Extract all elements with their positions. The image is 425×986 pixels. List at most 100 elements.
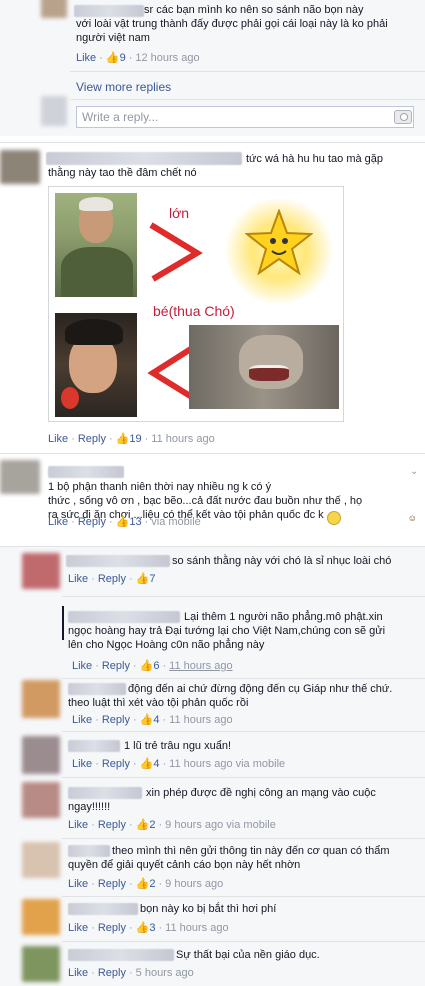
comment-text-body: 1 bộ phận thanh niên thời nay nhiều ng k… bbox=[48, 481, 363, 521]
like-link[interactable]: Like bbox=[68, 922, 88, 934]
thumbs-up-icon[interactable]: 👍 bbox=[116, 516, 130, 529]
divider bbox=[62, 731, 425, 732]
comment-text: 1 lũ trẻ trâu ngu xuẩn! bbox=[124, 740, 232, 752]
reply-link[interactable]: Reply bbox=[102, 758, 130, 770]
like-link[interactable]: Like bbox=[76, 52, 96, 64]
via-mobile[interactable]: via mobile bbox=[151, 516, 201, 528]
thumbs-up-icon[interactable]: 👍 bbox=[136, 922, 150, 935]
like-link[interactable]: Like bbox=[72, 660, 92, 672]
comment-meta: Like · Reply · 👍7 bbox=[68, 573, 156, 586]
like-link[interactable]: Like bbox=[48, 433, 68, 445]
like-count[interactable]: 7 bbox=[149, 573, 155, 585]
comment-text: theo mình thì nên gửi thông tin này đến … bbox=[68, 845, 390, 871]
avatar[interactable] bbox=[22, 782, 60, 818]
divider bbox=[62, 678, 425, 679]
reply-input[interactable]: Write a reply... bbox=[76, 106, 414, 128]
reply-link[interactable]: Reply bbox=[102, 660, 130, 672]
divider bbox=[62, 777, 425, 778]
timestamp[interactable]: 11 hours ago bbox=[165, 922, 228, 934]
divider bbox=[0, 453, 425, 454]
uniform bbox=[61, 247, 133, 297]
hair bbox=[65, 319, 123, 345]
avatar[interactable] bbox=[41, 0, 67, 18]
timestamp[interactable]: 5 hours ago bbox=[136, 967, 194, 979]
avatar[interactable] bbox=[22, 680, 60, 718]
divider bbox=[62, 941, 425, 942]
reply-link[interactable]: Reply bbox=[98, 878, 126, 890]
reply-link[interactable]: Reply bbox=[102, 714, 130, 726]
comment-meta: Like · Reply · 👍4 · 11 hours ago bbox=[72, 714, 233, 727]
comment-meta: Like · Reply · 👍6 · 11 hours ago bbox=[72, 660, 233, 673]
timestamp[interactable]: 9 hours ago via mobile bbox=[165, 819, 276, 831]
view-more-replies-link[interactable]: View more replies bbox=[76, 80, 171, 94]
reply-link[interactable]: Reply bbox=[98, 819, 126, 831]
comment-text: Sự thất bại của nền giáo dục. bbox=[176, 949, 320, 961]
avatar[interactable] bbox=[22, 946, 60, 982]
avatar[interactable] bbox=[0, 150, 40, 184]
like-link[interactable]: Like bbox=[68, 967, 88, 979]
avatar[interactable] bbox=[22, 842, 60, 878]
like-link[interactable]: Like bbox=[68, 819, 88, 831]
thumbs-up-icon[interactable]: 👍 bbox=[116, 433, 130, 446]
like-count[interactable]: 9 bbox=[120, 52, 126, 64]
avatar[interactable] bbox=[22, 899, 60, 935]
reply-link[interactable]: Reply bbox=[98, 967, 126, 979]
camera-icon[interactable] bbox=[394, 110, 412, 124]
avatar[interactable] bbox=[22, 553, 60, 589]
like-link[interactable]: Like bbox=[68, 573, 88, 585]
comment-text: động đến ai chứ đừng động đến cụ Giáp nh… bbox=[68, 683, 393, 709]
comment-meta: Like · Reply · 5 hours ago bbox=[68, 967, 194, 979]
avatar[interactable] bbox=[22, 736, 60, 774]
divider bbox=[0, 142, 425, 143]
avatar[interactable] bbox=[0, 460, 40, 494]
reply-link[interactable]: Reply bbox=[78, 433, 106, 445]
star-icon bbox=[245, 209, 313, 276]
comment-meta: Like · Reply · 👍13 · via mobile bbox=[48, 516, 201, 529]
like-link[interactable]: Like bbox=[48, 516, 68, 528]
comment-text: tức wá hà hu hu tao mà gặp thằng này tao… bbox=[48, 153, 384, 179]
label-lesser: bé(thua Chó) bbox=[153, 303, 235, 319]
reply-link[interactable]: Reply bbox=[78, 516, 106, 528]
chevron-down-icon[interactable]: ⌄ bbox=[410, 466, 418, 477]
smiley-icon: ☺ bbox=[326, 511, 417, 525]
comment-text: bọn này ko bị bắt thì hơi phí bbox=[140, 903, 277, 915]
timestamp[interactable]: 11 hours ago bbox=[151, 433, 214, 445]
reply-link[interactable]: Reply bbox=[98, 573, 126, 585]
hair bbox=[79, 197, 113, 211]
comment-text: so sánh thằng này với chó là sỉ nhục loà… bbox=[172, 555, 392, 567]
divider bbox=[62, 596, 425, 597]
like-count[interactable]: 13 bbox=[129, 516, 141, 528]
comment-text: Lại thêm 1 người não phẳng.mô phật.xin n… bbox=[68, 611, 386, 651]
divider bbox=[62, 838, 425, 839]
thumbs-up-icon[interactable]: 👍 bbox=[136, 573, 150, 586]
timestamp[interactable]: 11 hours ago bbox=[169, 714, 232, 726]
comment-meta: Like · Reply · 👍19 · 11 hours ago bbox=[48, 433, 215, 446]
reply-text: sr các bạn mình ko nên so sánh não bọn n… bbox=[76, 4, 388, 44]
avatar[interactable] bbox=[41, 96, 67, 126]
like-link[interactable]: Like bbox=[68, 878, 88, 890]
thumbs-up-icon[interactable]: 👍 bbox=[140, 660, 154, 673]
thread-line bbox=[62, 606, 64, 640]
like-link[interactable]: Like bbox=[72, 714, 92, 726]
label-greater: lớn bbox=[169, 205, 190, 221]
comment-meta: Like · Reply · 👍2 · 9 hours ago via mobile bbox=[68, 819, 276, 832]
comment-image[interactable]: lớn bé(thua Chó) bbox=[48, 186, 344, 422]
reply-meta: Like · 👍9 · 12 hours ago bbox=[76, 52, 200, 65]
thumbs-up-icon[interactable]: 👍 bbox=[140, 758, 154, 771]
thumbs-up-icon[interactable]: 👍 bbox=[136, 819, 150, 832]
timestamp[interactable]: 11 hours ago bbox=[169, 660, 232, 672]
red-doodle bbox=[61, 387, 79, 409]
thumbs-up-icon[interactable]: 👍 bbox=[140, 714, 154, 727]
comment-text: xin phép được đề nghị công an mạng vào c… bbox=[68, 787, 376, 813]
thumbs-up-icon[interactable]: 👍 bbox=[136, 878, 150, 891]
dog-mouth bbox=[249, 365, 289, 381]
thumbs-up-icon[interactable]: 👍 bbox=[106, 52, 120, 65]
timestamp[interactable]: 11 hours ago via mobile bbox=[169, 758, 285, 770]
divider bbox=[70, 71, 425, 72]
timestamp[interactable]: 12 hours ago bbox=[135, 52, 199, 64]
timestamp[interactable]: 9 hours ago bbox=[165, 878, 223, 890]
reply-link[interactable]: Reply bbox=[98, 922, 126, 934]
like-count[interactable]: 19 bbox=[129, 433, 141, 445]
comment-meta: Like · Reply · 👍4 · 11 hours ago via mobile bbox=[72, 758, 286, 771]
like-link[interactable]: Like bbox=[72, 758, 92, 770]
